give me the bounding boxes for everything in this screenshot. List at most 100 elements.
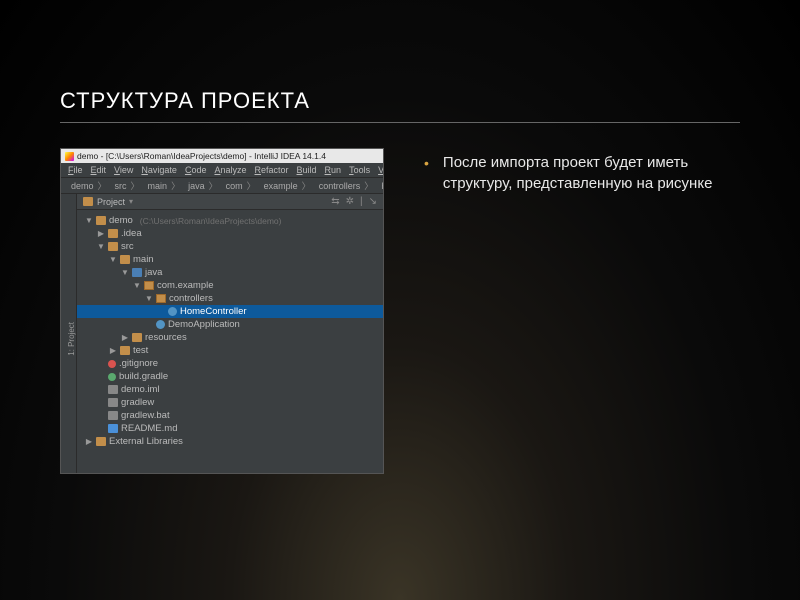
menu-vcs[interactable]: VCS <box>375 165 384 175</box>
chevron-down-icon[interactable]: ▼ <box>133 282 141 290</box>
intellij-logo-icon <box>65 152 74 161</box>
breadcrumb-segment[interactable]: example <box>264 181 298 191</box>
collapse-icon[interactable]: ⇆ <box>331 196 339 207</box>
ide-breadcrumb: demo〉src〉main〉java〉com〉example〉controlle… <box>61 178 383 194</box>
tree-row[interactable]: .gitignore <box>77 357 383 370</box>
breadcrumb-segment[interactable]: Hom <box>381 181 384 191</box>
chevron-down-icon[interactable]: ▼ <box>109 256 117 264</box>
slide-title: СТРУКТУРА ПРОЕКТА <box>60 88 310 114</box>
tree-label: resources <box>145 332 187 343</box>
tree-spacer <box>97 425 105 433</box>
chevron-right-icon: 〉 <box>302 179 311 192</box>
tree-label: main <box>133 254 154 265</box>
breadcrumb-segment[interactable]: demo <box>71 181 94 191</box>
tree-row[interactable]: ▶ resources <box>77 331 383 344</box>
tree-label: demo.iml <box>121 384 160 395</box>
tree-spacer <box>97 412 105 420</box>
tree-label: java <box>145 267 162 278</box>
tree-row[interactable]: ▼demo(C:\Users\Roman\IdeaProjects\demo) <box>77 214 383 227</box>
breadcrumb-segment[interactable]: com <box>226 181 243 191</box>
tree-spacer <box>157 308 165 316</box>
ide-titlebar: demo - [C:\Users\Roman\IdeaProjects\demo… <box>61 149 383 163</box>
pkg-icon <box>144 281 154 290</box>
project-tree[interactable]: ▼demo(C:\Users\Roman\IdeaProjects\demo)▶… <box>77 210 383 473</box>
folder-icon <box>120 255 130 264</box>
chevron-down-icon[interactable]: ▼ <box>97 243 105 251</box>
chevron-right-icon: 〉 <box>209 179 218 192</box>
tree-row[interactable]: build.gradle <box>77 370 383 383</box>
menu-refactor[interactable]: Refactor <box>252 165 292 175</box>
chevron-right-icon: 〉 <box>247 179 256 192</box>
pkg-icon <box>156 294 166 303</box>
settings-icon[interactable]: ✲ <box>346 196 354 207</box>
dropdown-arrow-icon[interactable]: ▾ <box>129 197 133 206</box>
tree-row[interactable]: README.md <box>77 422 383 435</box>
ide-gutter: 1: Project 7: Structure <box>61 194 77 473</box>
bullet-item: • После импорта проект будет иметь струк… <box>424 152 724 194</box>
breadcrumb-segment[interactable]: controllers <box>319 181 361 191</box>
tree-spacer <box>145 321 153 329</box>
proj-icon <box>96 216 106 225</box>
file-icon <box>108 385 118 394</box>
tree-row[interactable]: DemoApplication <box>77 318 383 331</box>
git-icon <box>108 360 116 368</box>
tree-row[interactable]: ▼ com.example <box>77 279 383 292</box>
tree-spacer <box>97 373 105 381</box>
folder-blue-icon <box>132 268 142 277</box>
chevron-down-icon[interactable]: ▼ <box>121 269 129 277</box>
tree-row[interactable]: ▼ main <box>77 253 383 266</box>
menu-edit[interactable]: Edit <box>88 165 110 175</box>
project-panel-title: Project <box>97 197 125 207</box>
file-icon <box>108 411 118 420</box>
menu-code[interactable]: Code <box>182 165 210 175</box>
chevron-down-icon[interactable]: ▼ <box>85 217 93 225</box>
chevron-right-icon[interactable]: ▶ <box>121 334 129 342</box>
folder-icon <box>108 229 118 238</box>
tree-row[interactable]: HomeController <box>77 305 383 318</box>
menu-run[interactable]: Run <box>322 165 345 175</box>
menu-build[interactable]: Build <box>294 165 320 175</box>
chevron-right-icon[interactable]: ▶ <box>109 347 117 355</box>
menu-navigate[interactable]: Navigate <box>138 165 180 175</box>
ide-menubar: FileEditViewNavigateCodeAnalyzeRefactorB… <box>61 163 383 178</box>
tree-row[interactable]: ▶test <box>77 344 383 357</box>
ide-window-title: demo - [C:\Users\Roman\IdeaProjects\demo… <box>77 151 326 161</box>
tree-label: External Libraries <box>109 436 183 447</box>
tree-row[interactable]: ▶ External Libraries <box>77 435 383 448</box>
lib-icon <box>96 437 106 446</box>
tree-label: .gitignore <box>119 358 158 369</box>
menu-analyze[interactable]: Analyze <box>211 165 249 175</box>
tree-row[interactable]: ▼ controllers <box>77 292 383 305</box>
tree-row[interactable]: ▼ java <box>77 266 383 279</box>
tree-row[interactable]: ▼src <box>77 240 383 253</box>
tree-label: com.example <box>157 280 214 291</box>
tree-label: .idea <box>121 228 142 239</box>
class-icon <box>156 320 165 329</box>
breadcrumb-segment[interactable]: main <box>148 181 168 191</box>
breadcrumb-segment[interactable]: src <box>115 181 127 191</box>
tree-label: README.md <box>121 423 177 434</box>
tree-label: controllers <box>169 293 213 304</box>
hide-icon[interactable]: ↘ <box>369 196 377 207</box>
menu-view[interactable]: View <box>111 165 136 175</box>
folder-icon <box>120 346 130 355</box>
chevron-right-icon: 〉 <box>98 179 107 192</box>
gradle-icon <box>108 373 116 381</box>
tree-row[interactable]: gradlew <box>77 396 383 409</box>
gutter-tab-project[interactable]: 1: Project <box>67 322 76 356</box>
tree-label: demo <box>109 215 133 226</box>
tree-row[interactable]: gradlew.bat <box>77 409 383 422</box>
chevron-right-icon: 〉 <box>364 179 373 192</box>
tree-row[interactable]: ▶ .idea <box>77 227 383 240</box>
tree-row[interactable]: demo.iml <box>77 383 383 396</box>
tree-label: gradlew.bat <box>121 410 170 421</box>
tree-spacer <box>97 399 105 407</box>
breadcrumb-segment[interactable]: java <box>188 181 205 191</box>
chevron-right-icon[interactable]: ▶ <box>85 438 93 446</box>
menu-tools[interactable]: Tools <box>346 165 373 175</box>
chevron-down-icon[interactable]: ▼ <box>145 295 153 303</box>
menu-file[interactable]: File <box>65 165 86 175</box>
chevron-right-icon[interactable]: ▶ <box>97 230 105 238</box>
divider-icon: | <box>360 196 363 207</box>
bullet-dot-icon: • <box>424 152 429 194</box>
